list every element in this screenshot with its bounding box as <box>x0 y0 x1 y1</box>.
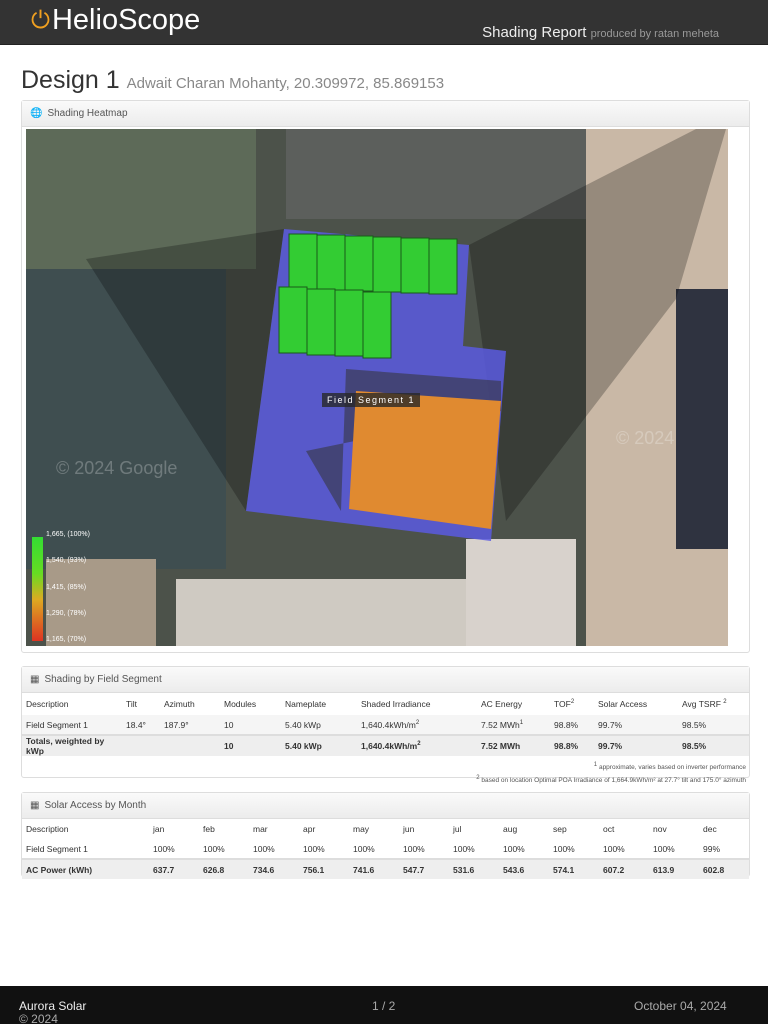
globe-icon: 🌐 <box>30 108 43 119</box>
legend-label: 1,165, (70%) <box>46 636 87 643</box>
table-cell: jun <box>403 824 415 834</box>
design-subtitle: Adwait Charan Mohanty, 20.309972, 85.869… <box>126 75 445 92</box>
produced-by: produced by ratan meheta <box>590 28 719 40</box>
solar-access-panel: ▦ Solar Access by Month Description jan feb… <box>21 792 750 879</box>
table-cell: 100% <box>553 843 575 854</box>
legend-label: 1,665, (100%) <box>46 531 90 538</box>
table-row: Field Segment 1 100% 100% 100% 100% 100% 100% 1… <box>22 839 749 859</box>
table-cell: 531.6 <box>449 858 499 879</box>
legend-label: 1,290, (78%) <box>46 609 87 617</box>
panel-title: Shading by Field Segment <box>44 674 162 685</box>
grid-icon: ▦ <box>30 674 40 685</box>
field-segment-table: Description Tilt Azimuth Modules Nameplate Sh… <box>22 693 749 756</box>
power-icon: ⏻ <box>31 6 50 34</box>
table-header-row: Description jan feb mar apr may jun jul aug sep oc… <box>22 819 749 839</box>
table-cell: 613.9 <box>649 858 699 879</box>
shaded-area <box>349 391 501 529</box>
table-cell: mar <box>253 824 268 834</box>
table-cell: 100% <box>653 843 675 854</box>
footnotes: 1 approximate, varies based on inverter … <box>476 762 746 785</box>
segment-label[interactable]: Field Segment 1 <box>322 393 421 407</box>
table-cell: 547.7 <box>399 858 449 879</box>
table-cell: 100% <box>353 843 375 854</box>
report-title: Shading Report produced by ratan meheta <box>482 24 719 41</box>
legend-label: 1,540, (93%) <box>46 557 87 565</box>
table-cell: 100% <box>203 843 225 854</box>
panel-header: ▦ Shading by Field Segment <box>22 667 749 693</box>
svg-text:© 2024: © 2024 <box>616 428 674 448</box>
table-cell: 100% <box>603 843 625 854</box>
header-bar: ⏻ HelioScope Shading Report produced by r… <box>0 0 768 45</box>
panel-header: ▦ Solar Access by Month <box>22 793 749 819</box>
logo-text: HelioScope <box>51 4 201 36</box>
table-cell: 543.6 <box>499 858 549 879</box>
company: Aurora Solar <box>19 999 87 1013</box>
table-cell: feb <box>203 824 215 834</box>
table-cell: 100% <box>403 843 425 854</box>
totals-row: Totals, weighted by kWp 10 5.40 kWp 1,640.4… <box>22 734 749 756</box>
table-row: Field Segment 1 18.4° 187.9° 10 5.40 kWp 1,64… <box>22 715 749 735</box>
design-name: Design 1 <box>21 66 120 94</box>
map-watermark: © 2024 Google <box>56 458 177 478</box>
table-cell: 741.6 <box>349 858 399 879</box>
table-cell: jul <box>453 824 462 834</box>
grid-icon: ▦ <box>30 800 40 811</box>
field-segment-panel: ▦ Shading by Field Segment Description Til… <box>21 666 750 784</box>
legend-bar <box>32 537 43 641</box>
table-cell: 100% <box>453 843 475 854</box>
table-cell: 100% <box>503 843 525 854</box>
table-cell: 626.8 <box>199 858 249 879</box>
table-cell: 607.2 <box>599 858 649 879</box>
table-cell: dec <box>703 824 717 834</box>
panel-title: Shading Heatmap <box>47 108 128 119</box>
table-cell: oct <box>603 824 615 834</box>
table-cell: 734.6 <box>249 858 299 879</box>
table-header-row: Description Tilt Azimuth Modules Nameplate Sh… <box>26 699 727 709</box>
table-cell: 574.1 <box>549 858 599 879</box>
table-cell: may <box>353 824 370 834</box>
table-cell: 100% <box>303 843 325 854</box>
table-cell: 602.8 <box>699 858 749 879</box>
helioscope-logo: ⏻ HelioScope <box>31 4 200 37</box>
page-number: 1 / 2 <box>372 999 396 1013</box>
panel-header: 🌐 Shading Heatmap <box>22 101 749 127</box>
totals-row: AC Power (kWh) 637.7 626.8 734.6 756.1 741.6 5… <box>22 858 749 879</box>
table-cell: sep <box>553 824 567 834</box>
panel-title: Solar Access by Month <box>44 800 147 811</box>
footer: © 2024 Aurora Solar 1 / 2 October 04, 20… <box>0 986 768 1026</box>
report-date: October 04, 2024 <box>634 999 727 1013</box>
table-cell: AC Power (kWh) <box>22 858 149 879</box>
table-cell: apr <box>303 824 316 834</box>
page-title: Design 1 Adwait Charan Mohanty, 20.30997… <box>21 66 444 95</box>
heatmap-panel: 🌐 Shading Heatmap © 2024 Google © 2024 Fi… <box>21 100 750 653</box>
table-cell: nov <box>653 824 667 834</box>
table-cell: 756.1 <box>299 858 349 879</box>
table-cell: 100% <box>253 843 275 854</box>
legend-label: 1,415, (85%) <box>46 583 87 591</box>
table-cell: jan <box>153 824 165 834</box>
table-cell: Description <box>26 824 69 834</box>
report-title-text: Shading Report <box>482 24 587 41</box>
shading-heatmap-map[interactable]: © 2024 Google © 2024 Field Segment 1 1,6… <box>26 129 728 646</box>
table-cell: 637.7 <box>149 858 199 879</box>
solar-access-table: Description jan feb mar apr may jun jul aug sep oc… <box>22 819 749 879</box>
table-cell: aug <box>503 824 518 834</box>
table-cell: 100% <box>153 843 175 854</box>
heatmap-legend: 1,665, (100%) 1,540, (93%) 1,415, (85%) … <box>46 531 90 643</box>
table-cell: 99% <box>703 843 721 854</box>
table-cell: Field Segment 1 <box>26 843 88 854</box>
aerial-image: © 2024 Google © 2024 <box>26 129 728 646</box>
